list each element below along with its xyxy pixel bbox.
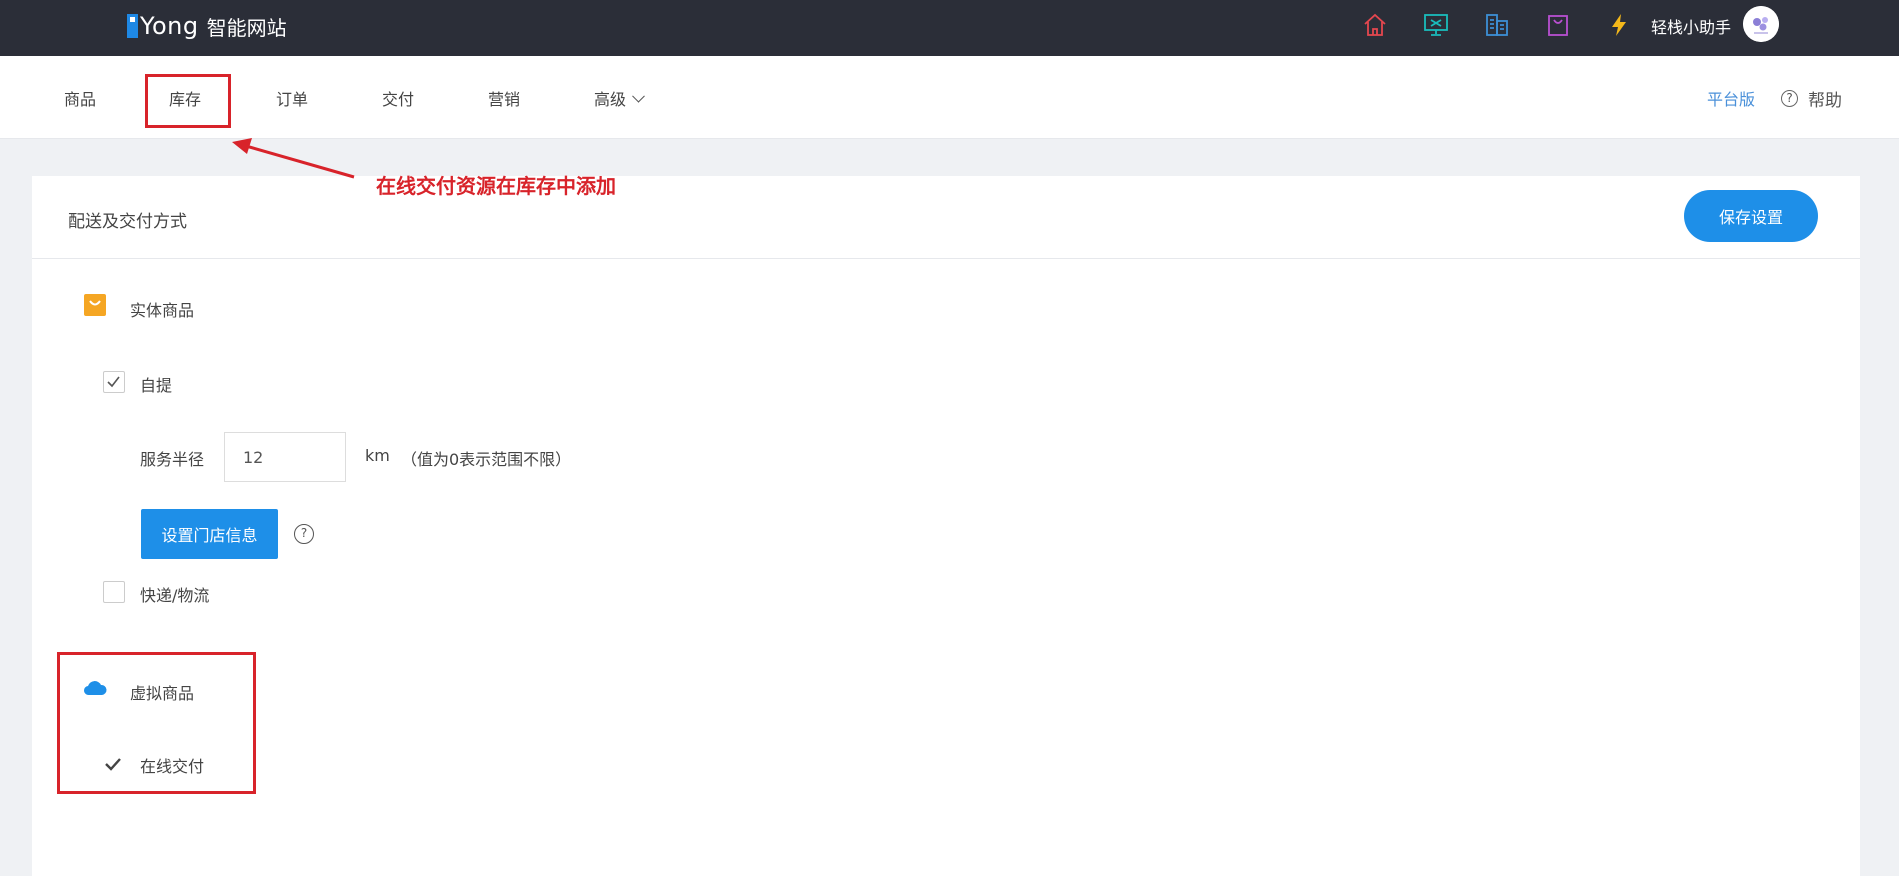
logo-subtitle: 智能网站 <box>206 15 287 40</box>
set-store-info-button[interactable]: 设置门店信息 <box>141 509 278 559</box>
annotation-text: 在线交付资源在库存中添加 <box>376 174 616 198</box>
site-logo[interactable]: Yong 智能网站 <box>127 10 287 42</box>
main-nav: 商品 库存 订单 交付 营销 高级 <box>0 56 1899 139</box>
avatar[interactable] <box>1743 6 1779 42</box>
delivery-settings-card: 配送及交付方式 保存设置 实体商品 自提 服务半径 km （值为0表示范围不限）… <box>32 176 1860 876</box>
home-icon[interactable] <box>1362 12 1388 38</box>
virtual-goods-highlight-box <box>57 652 256 794</box>
self-pickup-checkbox[interactable] <box>103 371 125 393</box>
nav-item-orders[interactable]: 订单 <box>276 86 308 110</box>
inventory-highlight-box <box>145 74 231 128</box>
nav-item-delivery[interactable]: 交付 <box>382 86 414 110</box>
logo-text: Yong <box>140 12 199 40</box>
building-icon[interactable] <box>1484 12 1510 38</box>
help-link[interactable]: ? 帮助 <box>1781 86 1842 111</box>
express-label: 快递/物流 <box>140 586 210 605</box>
question-icon[interactable]: ? <box>294 524 314 544</box>
nav-item-products[interactable]: 商品 <box>64 86 96 110</box>
monitor-icon[interactable] <box>1423 12 1449 38</box>
chevron-down-icon <box>632 89 645 103</box>
nav-item-advanced-label: 高级 <box>594 90 627 109</box>
radius-unit: km <box>365 446 390 465</box>
self-pickup-label: 自提 <box>140 376 173 395</box>
card-header: 配送及交付方式 保存设置 <box>32 176 1860 259</box>
physical-goods-label: 实体商品 <box>130 301 195 320</box>
nav-item-marketing[interactable]: 营销 <box>488 86 520 110</box>
save-settings-button[interactable]: 保存设置 <box>1684 190 1818 242</box>
page-title: 配送及交付方式 <box>68 212 187 232</box>
help-label: 帮助 <box>1808 91 1842 111</box>
bag-icon[interactable] <box>1545 12 1571 38</box>
logo-mark <box>127 14 138 38</box>
nav-item-advanced[interactable]: 高级 <box>594 86 645 110</box>
radius-hint: （值为0表示范围不限） <box>401 450 572 469</box>
top-bar: Yong 智能网站 轻栈小助手 <box>0 0 1899 56</box>
service-radius-label: 服务半径 <box>140 450 205 469</box>
express-checkbox[interactable] <box>103 581 125 603</box>
lightning-icon[interactable] <box>1606 12 1632 38</box>
shopping-bag-icon <box>82 292 108 318</box>
user-name[interactable]: 轻栈小助手 <box>1651 14 1731 38</box>
service-radius-input[interactable] <box>224 432 346 482</box>
help-icon: ? <box>1781 90 1798 107</box>
platform-version-link[interactable]: 平台版 <box>1707 86 1755 110</box>
